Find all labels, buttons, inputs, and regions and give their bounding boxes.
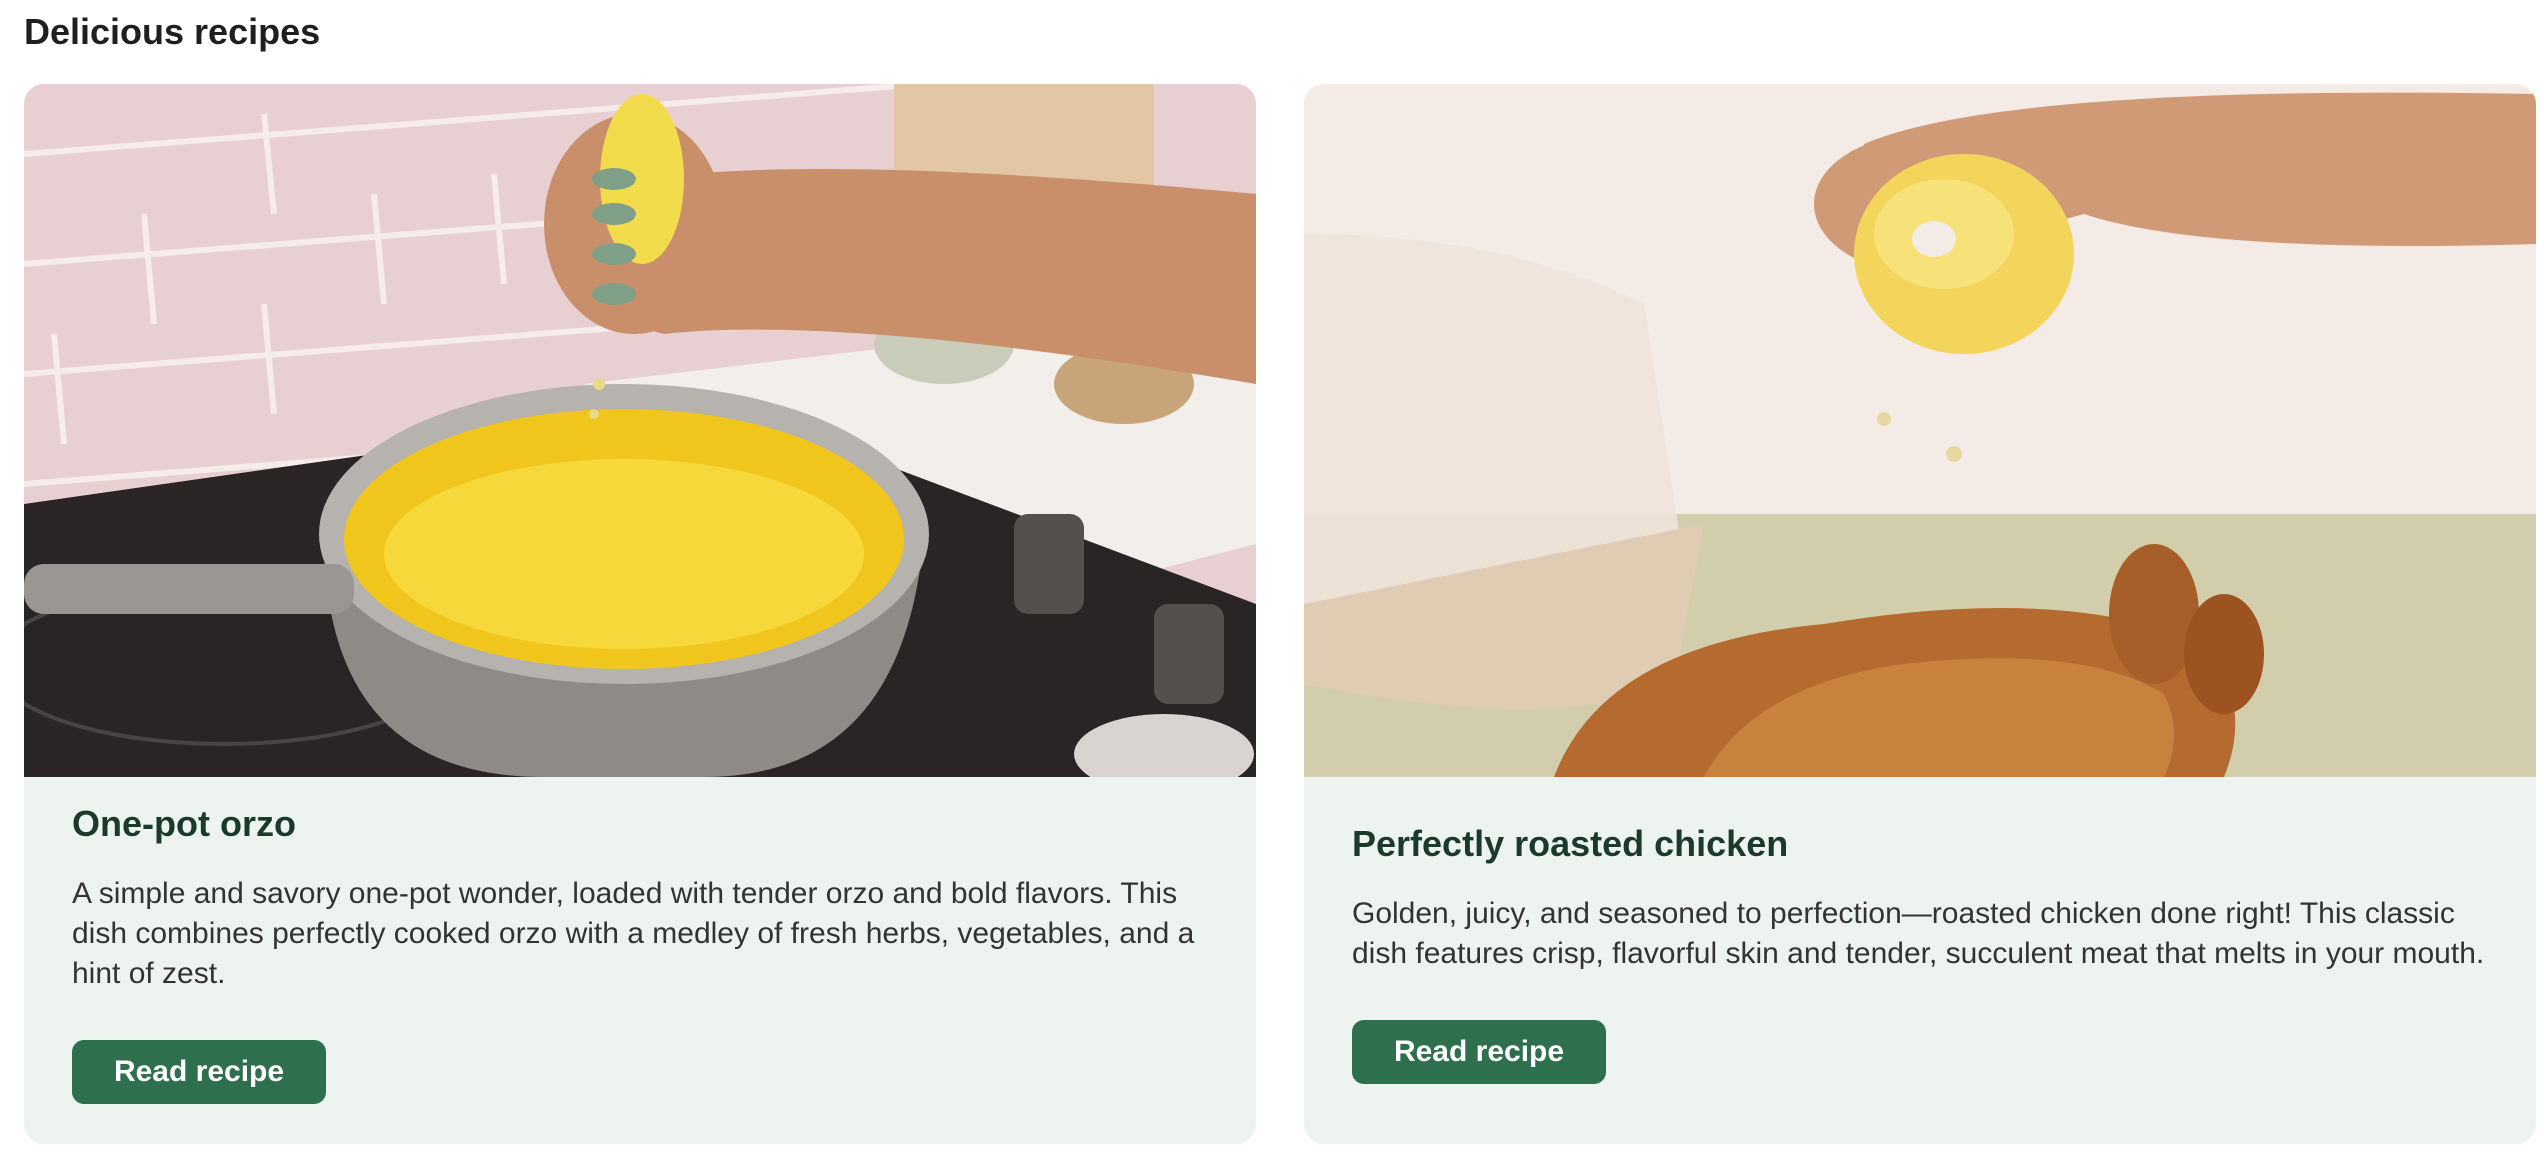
- read-recipe-button[interactable]: Read recipe: [1352, 1020, 1606, 1084]
- recipe-card-chicken: Perfectly roasted chicken Golden, juicy,…: [1304, 84, 2536, 1144]
- orzo-card-body: One-pot orzo A simple and savory one-pot…: [72, 800, 1208, 1104]
- read-recipe-button[interactable]: Read recipe: [72, 1040, 326, 1104]
- recipe-card-orzo: One-pot orzo A simple and savory one-pot…: [24, 84, 1256, 1144]
- chicken-card-body: Perfectly roasted chicken Golden, juicy,…: [1352, 820, 2488, 1084]
- recipe-title: Perfectly roasted chicken: [1352, 823, 1789, 864]
- recipe-description: A simple and savory one-pot wonder, load…: [72, 877, 1195, 990]
- page-title: Delicious recipes: [24, 11, 321, 52]
- recipe-cards: One-pot orzo A simple and savory one-pot…: [24, 84, 2536, 1144]
- recipe-description: Golden, juicy, and seasoned to perfectio…: [1352, 897, 2485, 970]
- orzo-pot-photo: [24, 84, 1256, 777]
- roasted-chicken-photo: [1304, 84, 2536, 777]
- recipe-title: One-pot orzo: [72, 803, 296, 844]
